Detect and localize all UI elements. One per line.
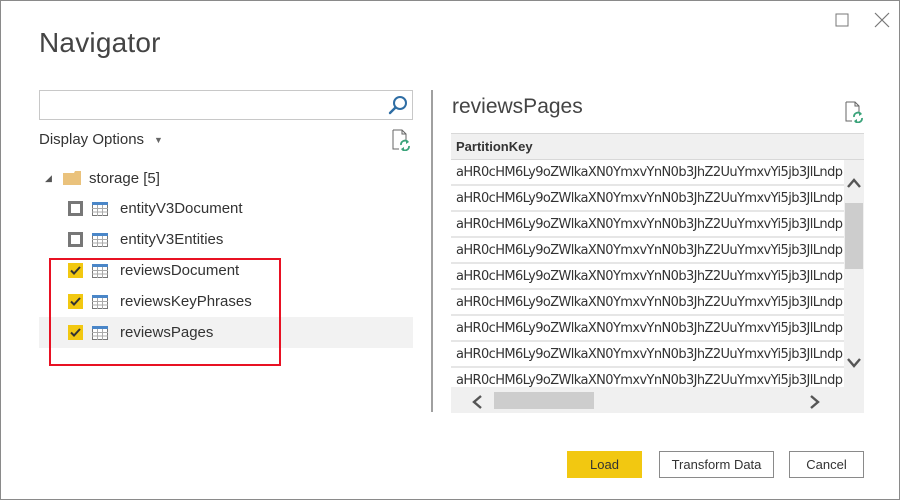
table-cell: aHR0cHM6Ly9oZWlkaXN0YmxvYnN0b3JhZ2UuYmxv… <box>456 346 843 362</box>
vertical-scroll-thumb[interactable] <box>845 203 863 269</box>
table-cell: aHR0cHM6Ly9oZWlkaXN0YmxvYnN0b3JhZ2UuYmxv… <box>456 242 843 258</box>
tree-item-label: reviewsKeyPhrases <box>120 293 252 310</box>
navigator-dialog: Navigator Display Options ▼ ◢ storage [5… <box>0 0 900 500</box>
item-checkbox[interactable] <box>68 201 83 216</box>
search-input[interactable] <box>40 91 380 119</box>
table-cell: aHR0cHM6Ly9oZWlkaXN0YmxvYnN0b3JhZ2UuYmxv… <box>456 216 843 232</box>
tree-item-reviewsKeyPhrases[interactable]: reviewsKeyPhrases <box>39 286 413 317</box>
table-row: aHR0cHM6Ly9oZWlkaXN0YmxvYnN0b3JhZ2UuYmxv… <box>451 160 844 186</box>
folder-icon <box>63 171 81 185</box>
horizontal-scroll-thumb[interactable] <box>494 392 594 409</box>
tree-item-entityV3Document[interactable]: entityV3Document <box>39 193 413 224</box>
display-options-dropdown[interactable]: Display Options ▼ <box>39 131 163 148</box>
scroll-right-icon[interactable] <box>810 395 820 409</box>
table-icon <box>92 232 108 247</box>
tree-item-reviewsDocument[interactable]: reviewsDocument <box>39 255 413 286</box>
column-header-partitionkey[interactable]: PartitionKey <box>451 133 864 160</box>
tree-root-label: storage [5] <box>89 169 160 187</box>
tree-item-entityV3Entities[interactable]: entityV3Entities <box>39 224 413 255</box>
search-icon[interactable] <box>388 95 408 115</box>
tree-item-label: reviewsPages <box>120 324 214 341</box>
tree-root-storage[interactable]: ◢ storage [5] <box>39 163 413 193</box>
table-row: aHR0cHM6Ly9oZWlkaXN0YmxvYnN0b3JhZ2UuYmxv… <box>451 264 844 290</box>
close-icon <box>874 12 890 28</box>
preview-table: PartitionKey aHR0cHM6Ly9oZWlkaXN0YmxvYnN… <box>451 133 864 413</box>
table-row: aHR0cHM6Ly9oZWlkaXN0YmxvYnN0b3JhZ2UuYmxv… <box>451 316 844 342</box>
vertical-scrollbar[interactable] <box>844 160 864 387</box>
table-cell: aHR0cHM6Ly9oZWlkaXN0YmxvYnN0b3JhZ2UuYmxv… <box>456 320 843 336</box>
horizontal-scrollbar[interactable] <box>451 387 844 413</box>
table-icon <box>92 325 108 340</box>
checkmark-icon <box>70 328 81 337</box>
refresh-preview-icon[interactable] <box>844 101 864 123</box>
item-checkbox[interactable] <box>68 294 83 309</box>
table-icon <box>92 263 108 278</box>
transform-data-button[interactable]: Transform Data <box>659 451 774 478</box>
item-checkbox[interactable] <box>68 263 83 278</box>
scroll-up-icon[interactable] <box>847 178 861 188</box>
cancel-button[interactable]: Cancel <box>789 451 864 478</box>
maximize-icon <box>835 13 849 27</box>
table-row: aHR0cHM6Ly9oZWlkaXN0YmxvYnN0b3JhZ2UuYmxv… <box>451 368 844 388</box>
table-cell: aHR0cHM6Ly9oZWlkaXN0YmxvYnN0b3JhZ2UuYmxv… <box>456 164 843 180</box>
refresh-icon[interactable] <box>391 129 411 151</box>
table-icon <box>92 294 108 309</box>
table-row: aHR0cHM6Ly9oZWlkaXN0YmxvYnN0b3JhZ2UuYmxv… <box>451 238 844 264</box>
maximize-button[interactable] <box>831 9 853 31</box>
table-cell: aHR0cHM6Ly9oZWlkaXN0YmxvYnN0b3JhZ2UuYmxv… <box>456 190 843 206</box>
dialog-title: Navigator <box>39 27 161 58</box>
item-checkbox[interactable] <box>68 325 83 340</box>
load-button[interactable]: Load <box>567 451 642 478</box>
tree-item-label: reviewsDocument <box>120 262 240 279</box>
chevron-down-icon: ▼ <box>154 134 163 145</box>
expand-collapse-icon[interactable]: ◢ <box>45 173 59 184</box>
table-row: aHR0cHM6Ly9oZWlkaXN0YmxvYnN0b3JhZ2UuYmxv… <box>451 186 844 212</box>
table-row: aHR0cHM6Ly9oZWlkaXN0YmxvYnN0b3JhZ2UuYmxv… <box>451 290 844 316</box>
search-field[interactable] <box>39 90 413 120</box>
table-body: aHR0cHM6Ly9oZWlkaXN0YmxvYnN0b3JhZ2UuYmxv… <box>451 160 844 387</box>
panel-splitter[interactable] <box>431 90 433 412</box>
preview-title: reviewsPages <box>452 95 583 118</box>
scroll-left-icon[interactable] <box>472 395 482 409</box>
tree-item-label: entityV3Document <box>120 200 243 217</box>
table-row: aHR0cHM6Ly9oZWlkaXN0YmxvYnN0b3JhZ2UuYmxv… <box>451 342 844 368</box>
table-cell: aHR0cHM6Ly9oZWlkaXN0YmxvYnN0b3JhZ2UuYmxv… <box>456 268 843 284</box>
close-button[interactable] <box>871 9 893 31</box>
item-checkbox[interactable] <box>68 232 83 247</box>
table-cell: aHR0cHM6Ly9oZWlkaXN0YmxvYnN0b3JhZ2UuYmxv… <box>456 372 843 388</box>
checkmark-icon <box>70 297 81 306</box>
checkmark-icon <box>70 266 81 275</box>
scroll-down-icon[interactable] <box>847 358 861 368</box>
table-icon <box>92 201 108 216</box>
table-row: aHR0cHM6Ly9oZWlkaXN0YmxvYnN0b3JhZ2UuYmxv… <box>451 212 844 238</box>
navigator-tree: ◢ storage [5] entityV3Document entityV3E… <box>39 163 413 348</box>
display-options-label: Display Options <box>39 131 145 148</box>
tree-item-reviewsPages[interactable]: reviewsPages <box>39 317 413 348</box>
tree-item-label: entityV3Entities <box>120 231 224 248</box>
table-cell: aHR0cHM6Ly9oZWlkaXN0YmxvYnN0b3JhZ2UuYmxv… <box>456 294 843 310</box>
